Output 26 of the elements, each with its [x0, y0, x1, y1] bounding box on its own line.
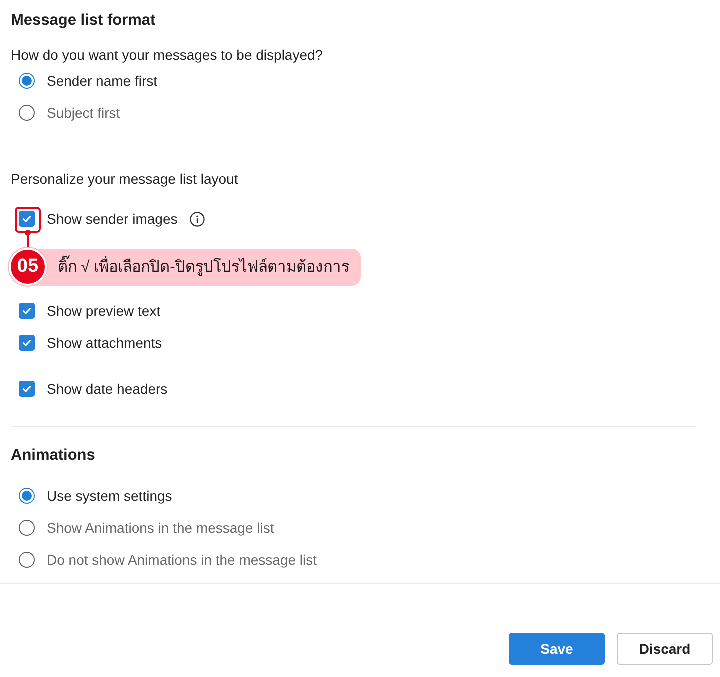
option-label[interactable]: Show date headers [47, 379, 168, 399]
info-icon[interactable] [190, 212, 205, 226]
option-label[interactable]: Show attachments [47, 333, 162, 353]
option-label[interactable]: Subject first [47, 103, 120, 123]
radio-button[interactable] [19, 552, 35, 568]
option-label[interactable]: Show preview text [47, 301, 161, 321]
section-subheading: Personalize your message list layout [11, 170, 238, 189]
radio-button[interactable] [19, 73, 35, 89]
checkbox[interactable] [19, 211, 35, 227]
section-heading: Animations [11, 446, 96, 466]
radio-button[interactable] [19, 105, 35, 121]
discard-button[interactable]: Discard [617, 633, 713, 665]
checkbox[interactable] [19, 381, 35, 397]
option-label[interactable]: Sender name first [47, 71, 158, 91]
section-heading: Message list format [11, 11, 156, 31]
question-text: How do you want your messages to be displayed? [11, 46, 324, 65]
checkbox[interactable] [19, 335, 35, 351]
save-button[interactable]: Save [509, 633, 605, 665]
radio-button[interactable] [19, 488, 35, 504]
option-label[interactable]: Use system settings [47, 486, 172, 506]
radio-button[interactable] [19, 520, 35, 536]
checkbox[interactable] [19, 303, 35, 319]
option-label[interactable]: Show Animations in the message list [47, 518, 274, 538]
option-label[interactable]: Do not show Animations in the message list [47, 550, 318, 570]
option-label[interactable]: Show sender images [47, 209, 178, 229]
step-number-badge: 05 [9, 248, 47, 286]
